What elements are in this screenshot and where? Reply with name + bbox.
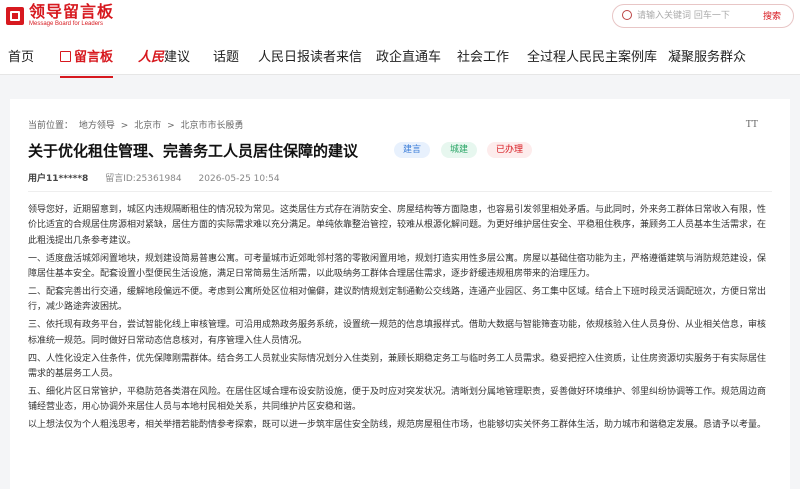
- message-id: 留言ID:25361984: [105, 174, 182, 184]
- nav-item-social-work[interactable]: 社会工作: [457, 46, 509, 65]
- search-button[interactable]: 搜索: [755, 8, 789, 24]
- breadcrumb: 当前位置： 地方领导 > 北京市 > 北京市市长殷勇: [28, 121, 244, 131]
- timestamp: 2026-05-25 10:54: [198, 174, 280, 184]
- paragraph: 五、细化片区日常管护，平稳防范各类潜在风险。在居住区域合理布设安防设施，便于及时…: [28, 386, 767, 413]
- search-box: 搜索: [612, 4, 794, 28]
- search-input[interactable]: [637, 8, 747, 24]
- paragraph: 领导您好，近期留意到，城区内违规隔断租住的情况较为常见。这类居住方式存在消防安全…: [28, 205, 767, 246]
- logo-mark-icon: [6, 6, 24, 25]
- main-nav: 首页 留言板 人民建议 话题 人民日报读者来信 政企直通车 社会工作 全过程人民…: [0, 34, 800, 78]
- paragraph: 四、人性化设定入住条件，优先保障刚需群体。结合务工人员就业实际情况划分入住类别，…: [28, 353, 767, 380]
- nav-item-serve-masses[interactable]: 凝聚服务群众: [668, 46, 746, 65]
- divider: [28, 191, 772, 192]
- user-id: 用户11*****8: [28, 174, 89, 184]
- site-header: 领导留言板 Message Board for Leaders 搜索: [0, 0, 800, 34]
- edit-icon: [60, 51, 71, 62]
- nav-item-topics[interactable]: 话题: [213, 46, 239, 65]
- tag-badge: 建言: [394, 142, 431, 158]
- breadcrumb-link[interactable]: 地方领导: [79, 121, 115, 131]
- nav-item-gov-enterprise[interactable]: 政企直通车: [376, 46, 441, 65]
- nav-item-home[interactable]: 首页: [8, 46, 34, 65]
- message-meta: 用户11*****8 留言ID:25361984 2026-05-25 10:5…: [28, 171, 294, 184]
- status-badge: 已办理: [487, 142, 533, 158]
- logo-title: 领导留言板: [29, 2, 115, 21]
- breadcrumb-link[interactable]: 北京市市长殷勇: [181, 121, 244, 131]
- message-card: 当前位置： 地方领导 > 北京市 > 北京市市长殷勇 TT 关于优化租住管理、完…: [10, 99, 790, 489]
- site-logo[interactable]: 领导留言板 Message Board for Leaders: [6, 4, 114, 27]
- font-size-icon[interactable]: TT: [746, 119, 758, 130]
- nav-item-democracy-cases[interactable]: 全过程人民民主案例库: [527, 46, 657, 65]
- nav-item-readers-letters[interactable]: 人民日报读者来信: [258, 46, 362, 65]
- paragraph: 一、适度盘活城郊闲置地块，规划建设简易普惠公寓。可考量城市近郊毗邻村落的零散闲置…: [28, 253, 767, 280]
- paragraph: 二、配套完善出行交通，缓解地段偏远不便。考虑到公寓所处区位相对偏僻，建议酌情规划…: [28, 287, 767, 313]
- paragraph: 以上想法仅为个人粗浅思考，相关举措若能酌情参考探索，既可以进一步筑牢居住安全防线…: [28, 420, 767, 431]
- tag-badge: 城建: [441, 142, 478, 158]
- breadcrumb-link[interactable]: 北京市: [134, 121, 161, 131]
- page-title: 关于优化租住管理、完善务工人员居住保障的建议: [28, 142, 359, 160]
- nav-item-message-board[interactable]: 留言板: [60, 46, 114, 78]
- search-icon: [622, 10, 632, 20]
- message-body: 领导您好，近期留意到，城区内违规隔断租住的情况较为常见。这类居住方式存在消防安全…: [28, 203, 773, 436]
- paragraph: 三、依托现有政务平台，尝试智能化线上审核管理。可沿用成熟政务服务系统，设置统一规…: [28, 320, 767, 346]
- nav-item-suggestion[interactable]: 人民建议: [138, 46, 190, 65]
- logo-subtitle: Message Board for Leaders: [29, 21, 104, 27]
